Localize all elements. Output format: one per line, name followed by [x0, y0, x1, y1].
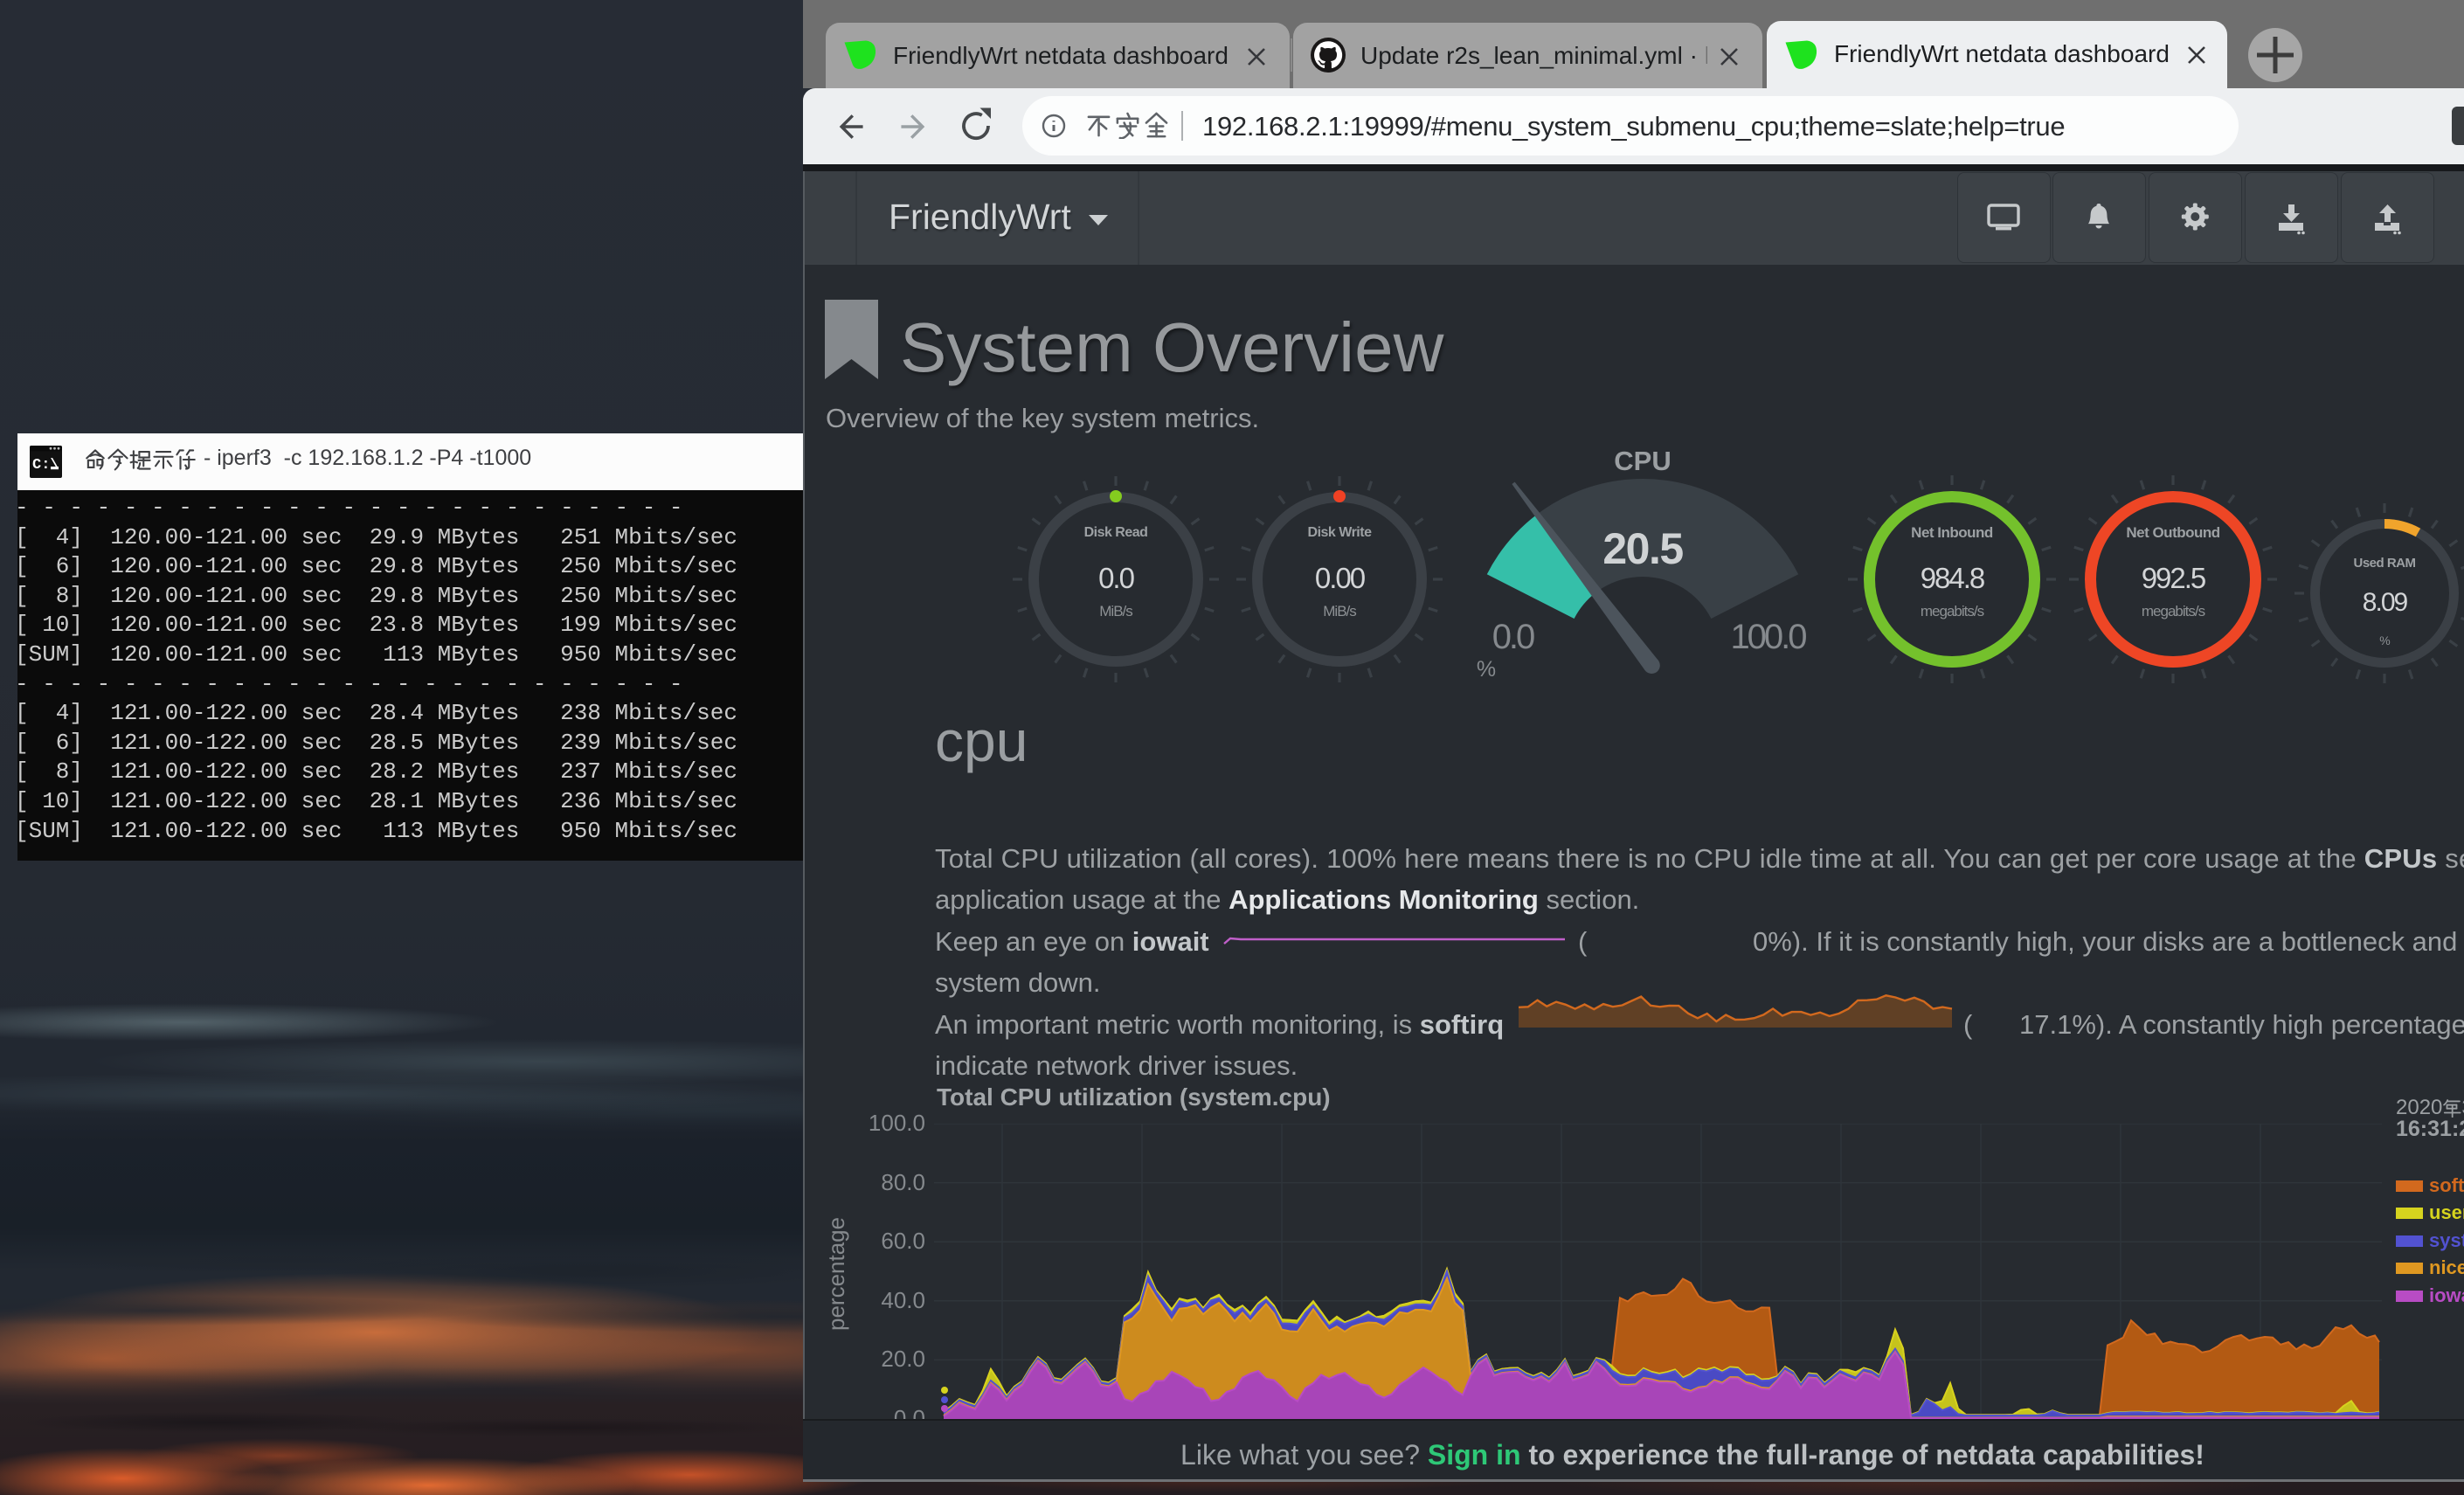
svg-text:C:\: C:\ [32, 457, 59, 474]
